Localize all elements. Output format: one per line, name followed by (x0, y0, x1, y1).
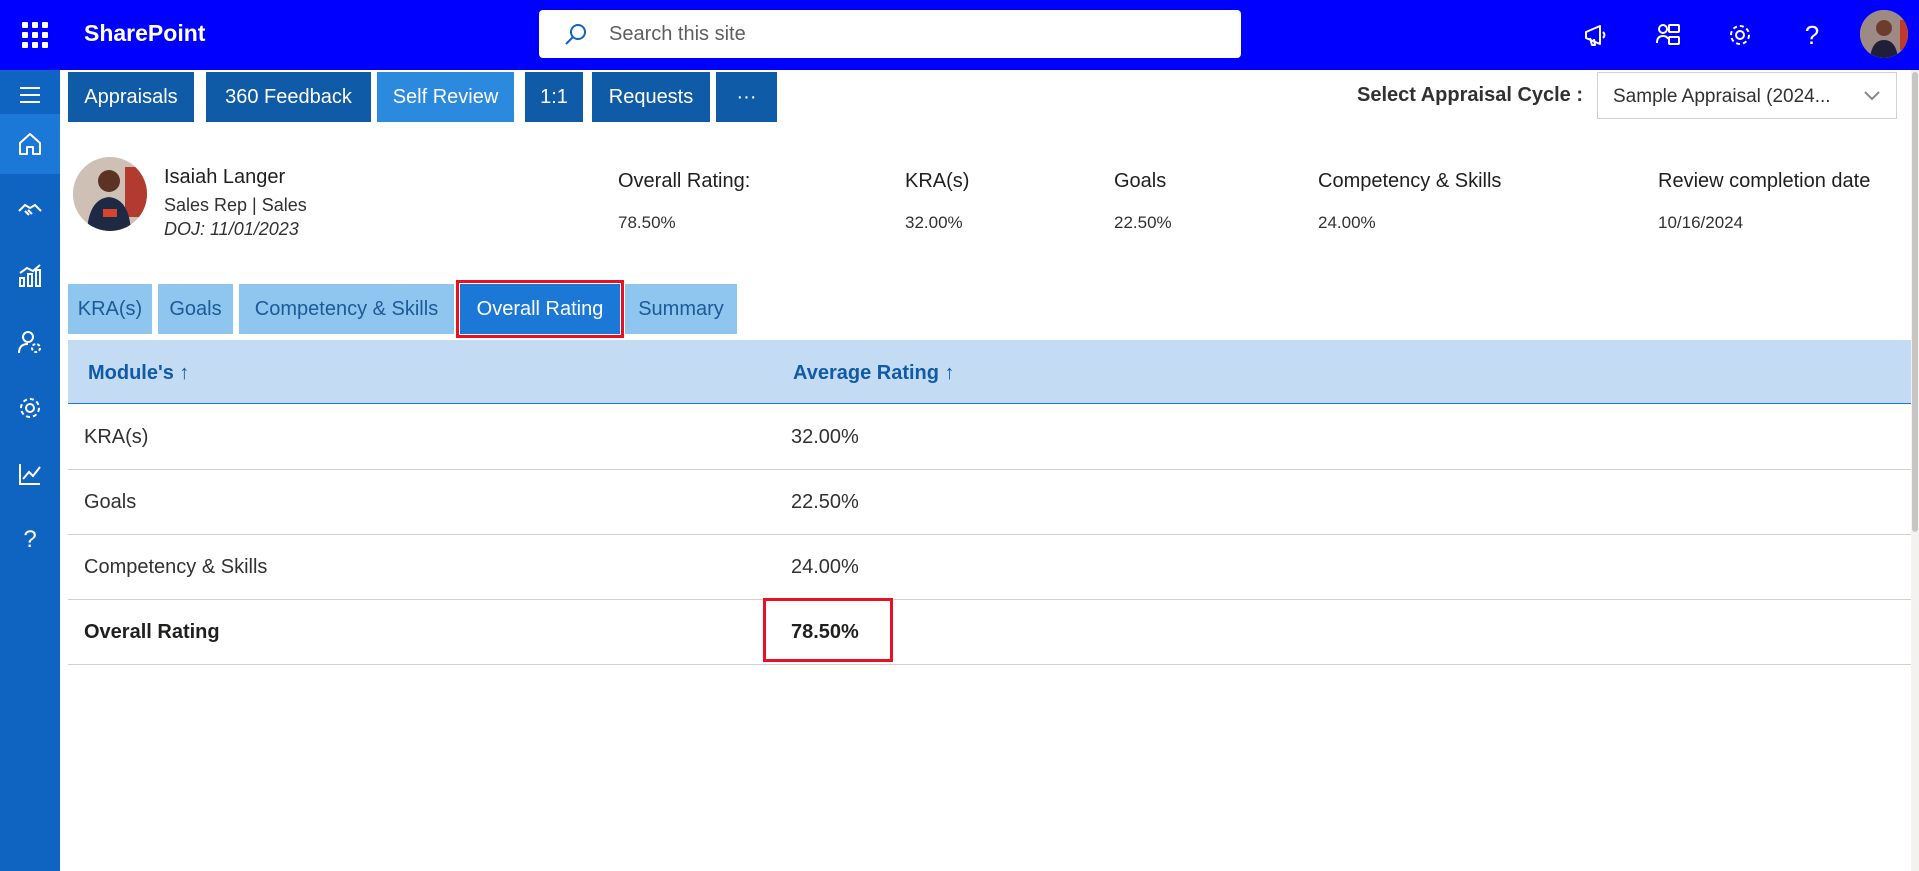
help-icon[interactable]: ? (1794, 17, 1830, 53)
stat-value: 10/16/2024 (1658, 213, 1744, 232)
user-settings-icon[interactable] (0, 312, 60, 372)
cell-rating: 22.50% (791, 491, 859, 513)
tab-self-review[interactable]: Self Review (377, 72, 514, 122)
analytics-icon[interactable] (0, 246, 60, 306)
app-name[interactable]: SharePoint (84, 20, 205, 47)
cell-module: Goals (84, 491, 137, 513)
trend-chart-icon[interactable] (0, 444, 60, 504)
table-row: Goals 22.50% (68, 470, 1911, 535)
subtab-overall-rating[interactable]: Overall Rating (456, 280, 624, 338)
suite-bar: SharePoint ? (0, 0, 1919, 70)
tab-360-feedback[interactable]: 360 Feedback (206, 72, 371, 122)
feedback-icon[interactable] (1650, 17, 1686, 53)
stat-kras: KRA(s) 32.00% (905, 170, 969, 233)
stat-value: 32.00% (905, 213, 963, 232)
stat-value: 78.50% (618, 213, 676, 232)
page-scrollbar[interactable] (1911, 70, 1919, 871)
stat-goals: Goals 22.50% (1114, 170, 1172, 233)
gear-icon[interactable] (0, 378, 60, 438)
stat-label: Overall Rating: (618, 170, 751, 192)
table-header: Module's ↑ Average Rating ↑ (68, 340, 1911, 404)
tab-one-on-one[interactable]: 1:1 (525, 72, 583, 122)
employee-doj: DOJ: 11/01/2023 (164, 219, 299, 239)
subtab-competency[interactable]: Competency & Skills (239, 284, 454, 334)
scrollbar-thumb[interactable] (1912, 72, 1918, 532)
stat-value: 22.50% (1114, 213, 1172, 232)
handshake-icon[interactable] (0, 180, 60, 240)
chevron-down-icon (1862, 85, 1882, 111)
search-box[interactable] (539, 10, 1241, 58)
tab-requests[interactable]: Requests (592, 72, 710, 122)
table-row: KRA(s) 32.00% (68, 405, 1911, 470)
stat-label: Competency & Skills (1318, 170, 1502, 192)
cell-module: Overall Rating (84, 621, 220, 643)
search-icon (565, 24, 586, 45)
home-icon[interactable] (0, 114, 60, 174)
subtab-kras[interactable]: KRA(s) (68, 284, 152, 334)
employee-name: Isaiah Langer (164, 166, 286, 188)
stat-value: 24.00% (1318, 213, 1376, 232)
table-row: Competency & Skills 24.00% (68, 535, 1911, 600)
gear-icon[interactable] (1722, 17, 1758, 53)
stat-label: Review completion date (1658, 170, 1871, 192)
cell-module: KRA(s) (84, 426, 149, 448)
table-row-total: Overall Rating 78.50% (68, 600, 1911, 665)
user-avatar[interactable] (1860, 10, 1908, 58)
stat-label: Goals (1114, 170, 1167, 192)
cell-module: Competency & Skills (84, 556, 268, 578)
column-header-module[interactable]: Module's ↑ (88, 362, 189, 385)
cycle-value: Sample Appraisal (2024... (1613, 86, 1831, 107)
stat-label: KRA(s) (905, 170, 970, 192)
tab-appraisals[interactable]: Appraisals (68, 72, 194, 122)
stat-review-date: Review completion date 10/16/2024 (1658, 170, 1870, 233)
subtab-summary[interactable]: Summary (625, 284, 737, 334)
stat-overall-rating: Overall Rating: 78.50% (618, 170, 750, 233)
left-rail: ? (0, 70, 60, 871)
menu-icon[interactable] (0, 70, 60, 120)
column-header-average-rating[interactable]: Average Rating ↑ (793, 362, 955, 385)
megaphone-icon[interactable] (1578, 17, 1614, 53)
highlight-box (763, 598, 893, 662)
stat-competency: Competency & Skills 24.00% (1318, 170, 1501, 233)
cycle-dropdown[interactable]: Sample Appraisal (2024... (1597, 72, 1897, 119)
search-input[interactable] (609, 20, 1209, 48)
app-launcher-icon[interactable] (20, 20, 50, 50)
more-tabs-button[interactable]: ··· (716, 72, 777, 122)
subtab-goals[interactable]: Goals (158, 284, 233, 334)
cell-rating: 32.00% (791, 426, 859, 448)
employee-role: Sales Rep | Sales (164, 195, 307, 215)
employee-photo (73, 157, 147, 231)
help-icon[interactable]: ? (0, 510, 60, 570)
cell-rating: 24.00% (791, 556, 859, 578)
cycle-label: Select Appraisal Cycle : (1357, 84, 1584, 106)
